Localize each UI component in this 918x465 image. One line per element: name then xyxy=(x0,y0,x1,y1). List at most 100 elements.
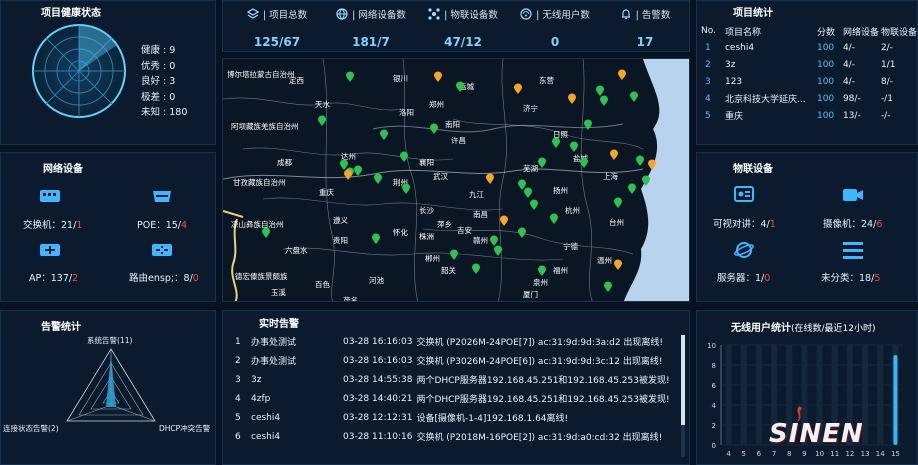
health-list: 健康 : 9 优秀 : 0 良好 : 3 极差 : 0 未知 : 180 xyxy=(141,43,187,121)
map-pin-orange-icon[interactable] xyxy=(609,149,619,161)
cell-no: 2 xyxy=(705,59,711,70)
map-panel[interactable]: 博尔塔拉蒙古自治州 定西 银川 运城 东营 阿坝藏族羌族自治州 天水 南阳 济宁 日照 甘孜藏族自治… xyxy=(222,58,690,302)
map-pin-green-icon[interactable] xyxy=(379,129,389,141)
map-pin-green-icon[interactable] xyxy=(353,165,363,177)
router-count: 路由ensp;：8/0 xyxy=(129,273,199,284)
map-pin-green-icon[interactable] xyxy=(579,157,589,169)
map-pin-orange-icon[interactable] xyxy=(433,71,443,83)
router-icon[interactable] xyxy=(151,241,173,259)
stat-wireless-users[interactable]: | 无线用户数 0 xyxy=(509,7,601,49)
table-row[interactable]: 1 办事处测试 03-28 16:16:03 交换机 (P2026M-24POE[7]… xyxy=(235,332,670,351)
stat-projects[interactable]: | 项目总数 125/67 xyxy=(231,7,323,49)
camera-icon[interactable] xyxy=(841,185,865,205)
map-pin-green-icon[interactable] xyxy=(537,157,547,169)
map-pin-green-icon[interactable] xyxy=(471,263,481,275)
stat-alarms[interactable]: | 告警数 17 xyxy=(599,7,691,49)
server-icon[interactable] xyxy=(733,239,755,261)
map-pin-green-icon[interactable] xyxy=(401,183,411,195)
map-pin-green-icon[interactable] xyxy=(641,175,651,187)
cell-net: 13/- xyxy=(842,110,861,121)
table-row[interactable]: 5 重庆 100 13/- -/- xyxy=(701,107,917,124)
stat-network-devices[interactable]: | 网络设备数 181/7 xyxy=(325,7,417,49)
map-pin-green-icon[interactable] xyxy=(429,123,439,135)
map-label: 郑州 xyxy=(429,100,444,109)
col-no: No. xyxy=(701,26,716,36)
ap-icon[interactable] xyxy=(39,241,61,259)
cell-score: 100 xyxy=(816,93,835,104)
cell-net: 4/- xyxy=(842,76,855,87)
map-pin-orange-icon[interactable] xyxy=(567,93,577,105)
map-pin-orange-icon[interactable] xyxy=(617,69,627,81)
table-row[interactable]: 4 北京科技大学延庆... 100 98/- -/1 xyxy=(701,90,917,107)
health-panel: 项目健康状态 健康 : 9 优秀 : 0 良好 : 3 极差 : 0 未知 : … xyxy=(0,0,216,145)
map-label: 洛阳 xyxy=(399,108,414,117)
map-pin-green-icon[interactable] xyxy=(583,119,593,131)
cell-iot: 8/- xyxy=(880,76,893,87)
switch-icon[interactable] xyxy=(39,187,61,205)
map-label: 武汉 xyxy=(433,172,448,181)
table-row[interactable]: 6 ceshi4 03-28 11:10:16 交换机 (P2018M-16POE[2… xyxy=(235,427,670,446)
map-pin-green-icon[interactable] xyxy=(635,155,645,167)
map-pin-green-icon[interactable] xyxy=(523,187,533,199)
globe-icon xyxy=(336,8,348,20)
map-pin-orange-icon[interactable] xyxy=(613,259,623,271)
bar-track xyxy=(740,345,747,445)
map-pin-orange-icon[interactable] xyxy=(513,83,523,95)
bar[interactable] xyxy=(893,355,898,445)
table-row[interactable]: 3 3z 03-28 14:55:38 两个DHCP服务器192.168.45.251… xyxy=(235,370,670,389)
alarm-scroll-thumb[interactable] xyxy=(681,335,685,425)
alarm-stats-panel: 告警统计 系统告警(11) 连接状态告警(2) DHCP冲突告警 xyxy=(0,310,216,465)
map-pin-orange-icon[interactable] xyxy=(485,173,495,185)
cell-time: 03-28 12:12:31 xyxy=(343,412,413,423)
map-pin-green-icon[interactable] xyxy=(627,183,637,195)
y-tick-label: 8 xyxy=(712,362,716,370)
sinen-wordmark: SINEN xyxy=(769,419,864,449)
map-label: 百色 xyxy=(315,280,330,289)
table-row[interactable]: 2 办事处测试 03-28 16:16:03 交换机 (P3026M-24POE[6]… xyxy=(235,351,670,370)
bell-icon xyxy=(621,9,630,20)
cell-no: 1 xyxy=(235,336,241,347)
network-icon xyxy=(428,8,440,20)
poe-icon[interactable] xyxy=(151,187,173,205)
map-pin-green-icon[interactable] xyxy=(517,227,527,239)
map-pin-green-icon[interactable] xyxy=(599,95,609,107)
map-pin-green-icon[interactable] xyxy=(345,71,355,83)
map-pin-green-icon[interactable] xyxy=(569,141,579,153)
project-stats-table: No. 项目名称 分数 网络设备 物联设备 1 ceshi4 100 4/- 2/- 2 3… xyxy=(701,23,917,124)
map-label: 吉安 xyxy=(457,226,472,235)
map-pin-green-icon[interactable] xyxy=(537,265,547,277)
map-pin-green-icon[interactable] xyxy=(261,227,271,239)
table-row[interactable]: 2 3z 100 4/- 1/1 xyxy=(701,56,917,73)
intercom-icon[interactable] xyxy=(733,185,755,205)
table-row[interactable]: 1 ceshi4 100 4/- 2/- xyxy=(701,39,917,56)
map-label: 博尔塔拉蒙古自治州 xyxy=(227,70,295,79)
map-pin-green-icon[interactable] xyxy=(529,199,539,211)
map-pin-orange-icon[interactable] xyxy=(343,169,353,181)
map-pin-green-icon[interactable] xyxy=(493,245,503,257)
map-pin-orange-icon[interactable] xyxy=(647,159,657,171)
map-label: 赣州 xyxy=(473,236,488,245)
cell-no: 3 xyxy=(705,76,711,87)
map-pin-green-icon[interactable] xyxy=(449,249,459,261)
map-pin-green-icon[interactable] xyxy=(551,137,561,149)
map-label: 成都 xyxy=(277,158,292,167)
map-pin-green-icon[interactable] xyxy=(371,233,381,245)
table-row[interactable]: 4 4zfp 03-28 14:40:21 两个DHCP服务器192.168.45.2… xyxy=(235,389,670,408)
map-pin-green-icon[interactable] xyxy=(399,151,409,163)
map-pin-green-icon[interactable] xyxy=(373,173,383,185)
map-pin-green-icon[interactable] xyxy=(603,281,613,293)
map-pin-green-icon[interactable] xyxy=(613,197,623,209)
y-tick-label: 0 xyxy=(712,442,716,450)
map-pin-green-icon[interactable] xyxy=(629,91,639,103)
alarm-scrollbar[interactable] xyxy=(681,335,685,457)
map-pin-green-icon[interactable] xyxy=(317,115,327,127)
table-row[interactable]: 5 ceshi4 03-28 12:12:31 设备[摄像机-1-4]192.168.… xyxy=(235,408,670,427)
cell-msg: 交换机 (P2026M-24POE[7]) ac:31:9d:9d:3a:d2 … xyxy=(416,338,664,348)
table-row[interactable]: 3 123 100 4/- 8/- xyxy=(701,73,917,90)
map-pin-green-icon[interactable] xyxy=(455,81,465,93)
stat-iot-devices[interactable]: | 物联设备数 47/12 xyxy=(417,7,509,49)
map-pin-green-icon[interactable] xyxy=(549,213,559,225)
map-pin-orange-icon[interactable] xyxy=(499,215,509,227)
cell-project: 办事处测试 xyxy=(251,357,297,367)
list-icon[interactable] xyxy=(841,239,865,261)
